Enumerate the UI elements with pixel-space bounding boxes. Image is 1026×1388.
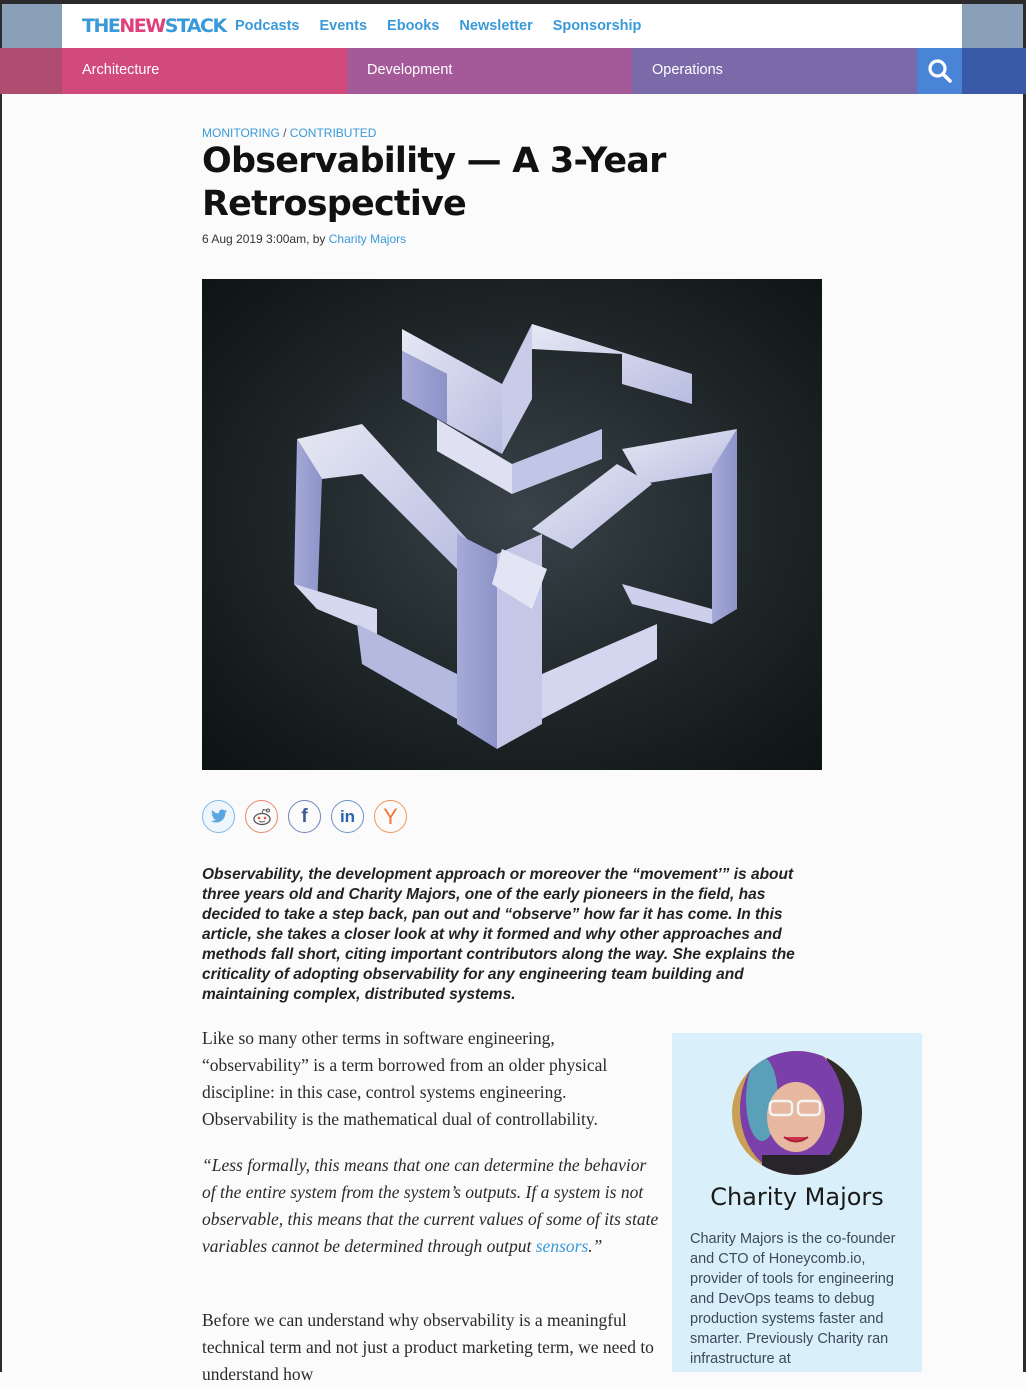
hackernews-icon: Y: [383, 803, 398, 829]
category-development[interactable]: Development: [347, 48, 632, 94]
category-development-label: Development: [367, 62, 453, 78]
article-title: Observability — A 3-Year Retrospective: [202, 141, 666, 224]
share-reddit-button[interactable]: [245, 800, 278, 833]
twitter-icon: [210, 809, 227, 823]
category-bar-right-edge: [962, 48, 1026, 94]
nav-ebooks[interactable]: Ebooks: [387, 18, 439, 34]
author-photo: [732, 1051, 862, 1175]
top-bar: THENEWSTACK Podcasts Events Ebooks Newsl…: [62, 4, 962, 48]
share-twitter-button[interactable]: [202, 800, 235, 833]
article-categories: MONITORING / CONTRIBUTED: [202, 126, 376, 140]
nav-events[interactable]: Events: [319, 18, 367, 34]
author-bio-box: Charity Majors Charity Majors is the co-…: [672, 1033, 922, 1372]
author-link[interactable]: Charity Majors: [329, 232, 406, 246]
author-bio-text: Charity Majors is the co-founder and CTO…: [690, 1231, 896, 1367]
impossible-cube-illustration: [294, 324, 737, 749]
category-link-contributed[interactable]: CONTRIBUTED: [290, 126, 377, 140]
logo-part-stack: STACK: [164, 15, 228, 37]
facebook-icon: f: [301, 805, 308, 827]
share-hackernews-button[interactable]: Y: [374, 800, 407, 833]
author-name: Charity Majors: [710, 1183, 884, 1211]
category-bar-left-edge: [0, 48, 62, 94]
share-facebook-button[interactable]: f: [288, 800, 321, 833]
publish-date: 6 Aug 2019 3:00am, by: [202, 232, 329, 246]
header-side-left: [2, 4, 62, 48]
sensors-link[interactable]: sensors: [536, 1236, 589, 1256]
category-separator: /: [279, 126, 290, 140]
category-operations[interactable]: Operations: [632, 48, 917, 94]
logo-part-new: NEW: [119, 15, 166, 37]
logo-part-the: THE: [82, 15, 121, 37]
hero-image: [202, 279, 822, 770]
category-architecture-label: Architecture: [82, 62, 160, 78]
article-paragraph-1: Like so many other terms in software eng…: [202, 1028, 608, 1129]
nav-sponsorship[interactable]: Sponsorship: [553, 18, 642, 34]
reddit-icon: [252, 808, 271, 825]
top-nav: Podcasts Events Ebooks Newsletter Sponso…: [235, 18, 641, 34]
quote-end: .”: [588, 1236, 603, 1256]
search-icon: [928, 59, 952, 83]
share-linkedin-button[interactable]: in: [331, 800, 364, 833]
site-logo[interactable]: THENEWSTACK: [82, 15, 228, 37]
category-link-monitoring[interactable]: MONITORING: [202, 126, 280, 140]
author-avatar: [732, 1051, 862, 1175]
article-intro: Observability, the development approach …: [202, 866, 795, 1003]
search-button[interactable]: [917, 48, 962, 94]
category-operations-label: Operations: [652, 62, 723, 78]
category-bar: Architecture Development Operations: [0, 48, 1026, 94]
category-architecture[interactable]: Architecture: [62, 48, 347, 94]
nav-newsletter[interactable]: Newsletter: [459, 18, 532, 34]
header-side-right: [962, 4, 1023, 48]
article-paragraph-2: Before we can understand why observabili…: [202, 1310, 654, 1384]
linkedin-icon: in: [339, 806, 356, 826]
article-quote: “Less formally, this means that one can …: [202, 1152, 662, 1260]
nav-podcasts[interactable]: Podcasts: [235, 18, 299, 34]
byline: 6 Aug 2019 3:00am, by Charity Majors: [202, 232, 406, 246]
share-buttons: f in Y: [202, 800, 407, 833]
window-left-edge: [0, 0, 2, 1372]
